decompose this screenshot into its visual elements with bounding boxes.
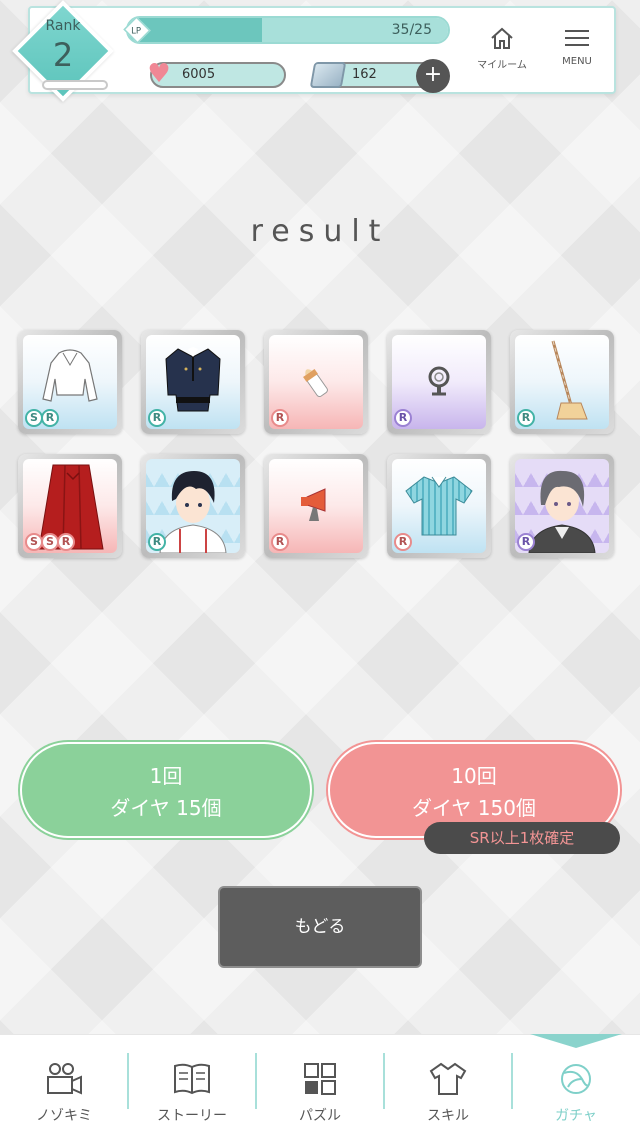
nav-label: ノゾキミ <box>36 1108 92 1124</box>
hamburger-menu-icon <box>565 30 589 46</box>
nav-item-skill[interactable]: スキル <box>384 1035 512 1136</box>
menu-label: MENU <box>562 56 592 67</box>
gacha-single-cost: ダイヤ 15個 <box>110 796 222 820</box>
nav-item-story[interactable]: ストーリー <box>128 1035 256 1136</box>
myroom-label: マイルーム <box>477 60 527 71</box>
myroom-button[interactable]: マイルーム <box>470 24 534 76</box>
rarity-badge: R <box>271 409 289 427</box>
item-card[interactable]: R <box>387 330 491 434</box>
back-button[interactable]: もどる <box>218 886 422 968</box>
camera-icon <box>47 1063 82 1095</box>
nav-label: ストーリー <box>157 1108 227 1124</box>
nav-label: パズル <box>299 1108 341 1124</box>
sr-guarantee-badge: SR以上1枚確定 <box>424 822 620 854</box>
gacha-ten-cost: ダイヤ 150個 <box>412 796 536 820</box>
nav-item-gacha[interactable]: ガチャ <box>512 1035 640 1136</box>
gacha-ten-count: 10回 <box>451 764 497 788</box>
nav-label: スキル <box>427 1108 469 1124</box>
rarity-badge: R <box>394 533 412 551</box>
item-card[interactable]: R <box>387 454 491 558</box>
diamond-gem-icon <box>309 62 347 88</box>
lp-value: 35/25 <box>391 22 432 38</box>
rank-label: Rank <box>45 18 81 34</box>
item-card[interactable]: SR <box>18 330 122 434</box>
rank-progress-bar <box>42 80 108 90</box>
home-icon <box>491 27 513 49</box>
nav-item-puzzle[interactable]: パズル <box>256 1035 384 1136</box>
rarity-badge: R <box>517 409 535 427</box>
nav-label: ガチャ <box>555 1108 597 1124</box>
lp-bar: 35/25 <box>126 16 450 44</box>
puzzle-icon <box>304 1063 336 1095</box>
rarity-badge: R <box>148 533 166 551</box>
rarity-badge: R <box>517 533 535 551</box>
rarity-badge: SSR <box>25 533 75 551</box>
rarity-badge: R <box>271 533 289 551</box>
item-card[interactable]: R <box>264 454 368 558</box>
bottom-nav: ノゾキミ ストーリー パズル スキル ガチャ <box>0 1034 640 1136</box>
item-card[interactable]: R <box>141 330 245 434</box>
hearts-value: 6005 <box>182 67 216 82</box>
gacha-single-button[interactable]: 1回 ダイヤ 15個 <box>20 742 312 838</box>
item-card[interactable]: R <box>264 330 368 434</box>
gacha-ball-icon <box>561 1064 591 1094</box>
diamonds-value: 162 <box>352 67 377 82</box>
item-card[interactable]: R <box>510 330 614 434</box>
rarity-badge: R <box>394 409 412 427</box>
gacha-single-count: 1回 <box>149 764 183 788</box>
item-card[interactable]: R <box>141 454 245 558</box>
nav-item-nozokimi[interactable]: ノゾキミ <box>0 1035 128 1136</box>
book-icon <box>174 1063 210 1095</box>
shirt-icon <box>429 1062 467 1095</box>
item-card[interactable]: SSR <box>18 454 122 558</box>
rarity-badge: R <box>148 409 166 427</box>
result-title: result <box>250 214 390 249</box>
add-diamonds-button[interactable]: + <box>416 59 450 93</box>
item-card[interactable]: R <box>510 454 614 558</box>
menu-button[interactable]: MENU <box>545 24 609 76</box>
heart-icon: ♥ <box>147 59 171 89</box>
rarity-badge: SR <box>25 409 59 427</box>
rank-badge: Rank 2 <box>12 0 114 102</box>
rank-value: 2 <box>52 36 74 74</box>
